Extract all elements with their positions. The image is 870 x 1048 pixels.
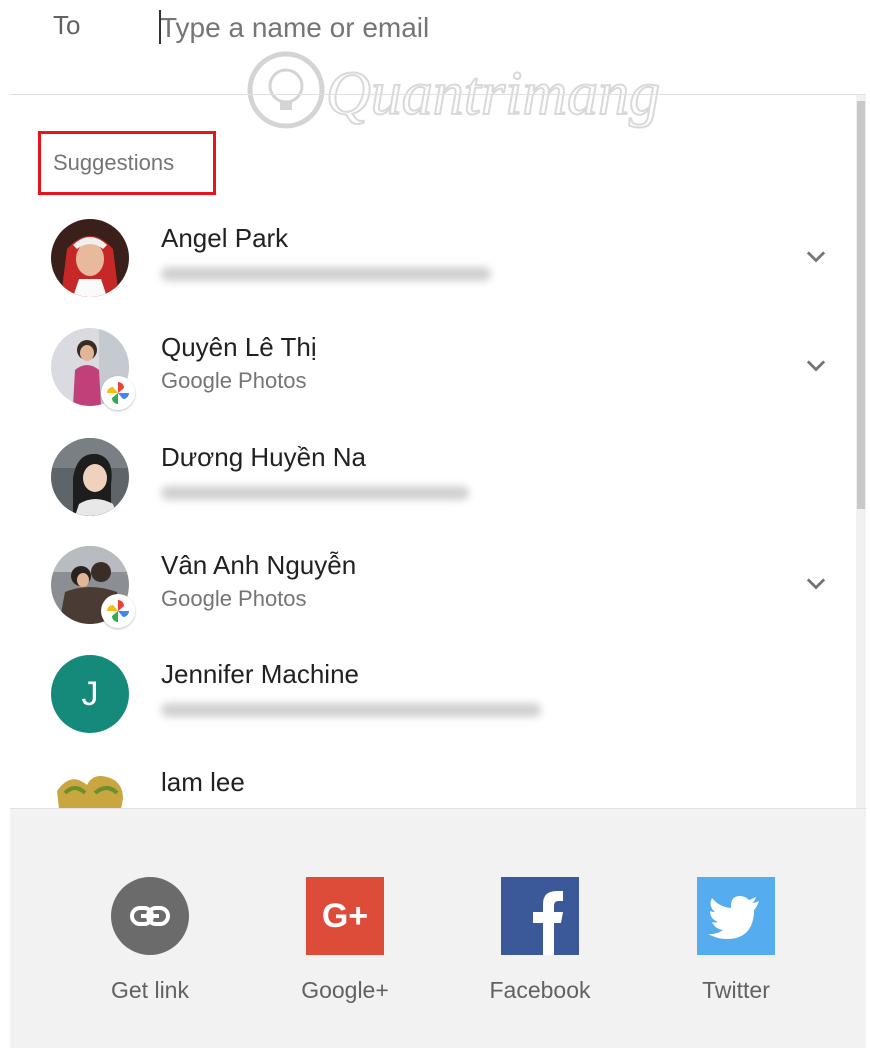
suggestions-header-highlight: Suggestions xyxy=(38,131,216,195)
facebook-icon xyxy=(501,877,579,955)
text-caret xyxy=(159,10,161,44)
contact-row[interactable]: Angel Park xyxy=(10,219,855,327)
blurred-email xyxy=(161,703,541,717)
avatar xyxy=(51,219,129,297)
chevron-down-icon[interactable] xyxy=(802,243,830,271)
link-icon xyxy=(111,877,189,955)
contact-row[interactable]: J Jennifer Machine xyxy=(10,655,855,763)
scrollbar-thumb[interactable] xyxy=(857,101,865,509)
contact-source: Google Photos xyxy=(161,586,307,611)
contact-row[interactable]: Quyên Lê Thị Google Photos xyxy=(10,328,855,436)
avatar-initial: J xyxy=(81,674,99,713)
contact-name: lam lee xyxy=(161,767,245,797)
twitter-icon xyxy=(697,877,775,955)
avatar xyxy=(51,438,129,516)
scrollbar-track[interactable] xyxy=(856,95,866,808)
avatar: J xyxy=(51,655,129,733)
contact-name: Vân Anh Nguyễn xyxy=(161,550,357,580)
share-label: Facebook xyxy=(489,977,591,1003)
google-photos-icon xyxy=(107,600,129,622)
get-link-button[interactable]: Get link xyxy=(75,877,225,1017)
blurred-email xyxy=(161,486,469,500)
contact-source: Google Photos xyxy=(161,368,307,393)
share-bar: Get link G+ Google+ Facebook Twitter xyxy=(10,808,866,1048)
twitter-button[interactable]: Twitter xyxy=(661,877,811,1017)
contact-row[interactable]: lam lee xyxy=(10,763,855,808)
recipient-input[interactable] xyxy=(160,8,760,48)
svg-text:G+: G+ xyxy=(322,897,368,935)
avatar xyxy=(51,763,129,808)
facebook-button[interactable]: Facebook xyxy=(465,877,615,1017)
share-label: Get link xyxy=(111,977,189,1003)
google-plus-button[interactable]: G+ Google+ xyxy=(270,877,420,1017)
suggestions-header: Suggestions xyxy=(53,150,175,175)
contact-name: Dương Huyền Na xyxy=(161,442,366,472)
contact-row[interactable]: Dương Huyền Na xyxy=(10,438,855,546)
recipient-row: To xyxy=(0,0,870,94)
share-label: Twitter xyxy=(702,977,770,1003)
share-label: Google+ xyxy=(301,977,389,1003)
contact-row[interactable]: Vân Anh Nguyễn Google Photos xyxy=(10,546,855,654)
google-photos-badge xyxy=(101,594,135,628)
google-photos-icon xyxy=(107,382,129,404)
google-photos-badge xyxy=(101,376,135,410)
chevron-down-icon[interactable] xyxy=(802,352,830,380)
contact-name: Quyên Lê Thị xyxy=(161,332,317,362)
blurred-email xyxy=(161,267,491,281)
to-label: To xyxy=(53,10,81,40)
contact-name: Angel Park xyxy=(161,223,289,253)
chevron-down-icon[interactable] xyxy=(802,570,830,598)
suggestions-panel[interactable]: Suggestions Angel Park Quyên Lê Thị Goog… xyxy=(10,94,866,808)
google-plus-icon: G+ xyxy=(306,877,384,955)
contact-name: Jennifer Machine xyxy=(161,659,359,689)
